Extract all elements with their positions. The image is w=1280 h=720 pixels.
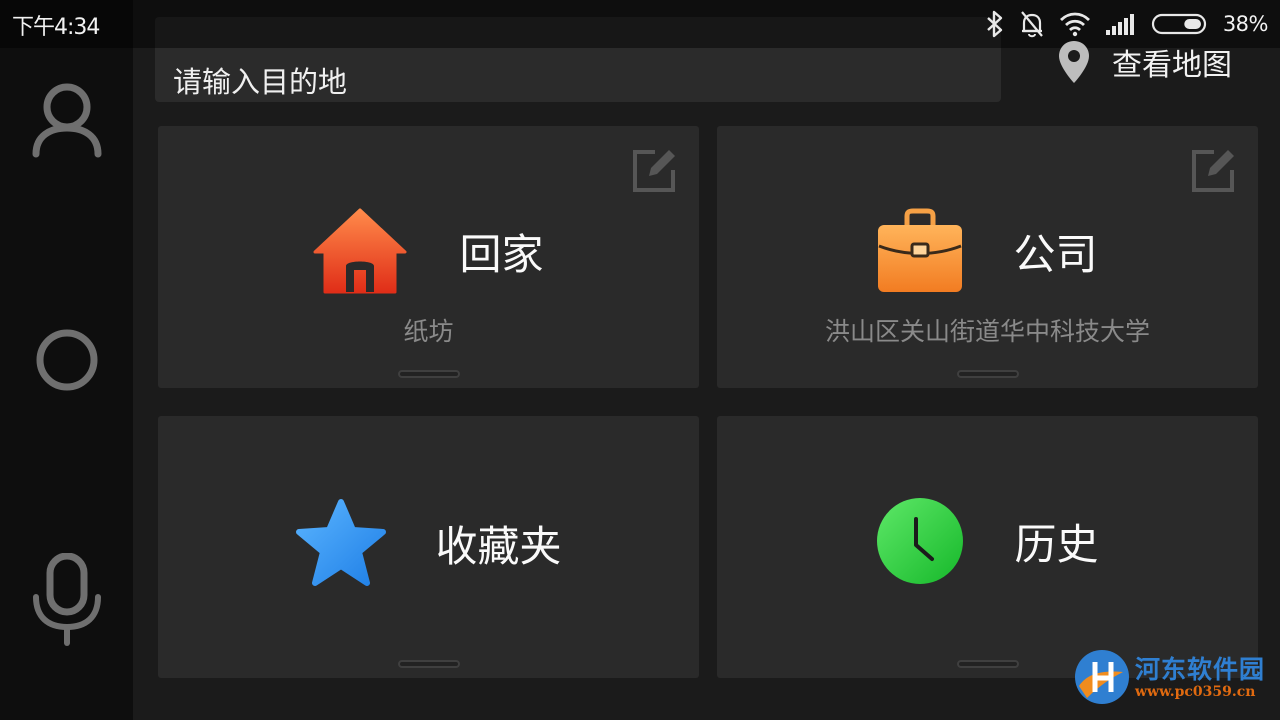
watermark: 河东软件园 www.pc0359.cn [1073, 648, 1278, 708]
favorites-card[interactable]: 收藏夹 [158, 416, 699, 678]
card-handle [957, 660, 1019, 668]
status-time: 下午4:34 [12, 15, 100, 40]
watermark-url: www.pc0359.cn [1135, 684, 1256, 700]
battery-percent: 38% [1222, 12, 1269, 36]
briefcase-icon [878, 208, 963, 292]
mute-bell-icon [1020, 11, 1043, 38]
map-pin-icon [1059, 41, 1089, 83]
bluetooth-icon [986, 10, 1003, 38]
wifi-icon [1059, 12, 1090, 37]
view-map-label: 查看地图 [1112, 48, 1232, 83]
home-title: 回家 [459, 229, 544, 279]
edit-icon[interactable] [631, 146, 679, 194]
star-icon [296, 499, 387, 586]
microphone-icon [32, 553, 101, 646]
voice-button[interactable] [0, 553, 133, 647]
home-nav-button[interactable] [0, 326, 133, 394]
card-handle [398, 370, 460, 378]
signal-icon [1105, 14, 1134, 35]
home-address: 纸坊 [403, 317, 454, 346]
company-card[interactable]: 公司 洪山区关山街道华中科技大学 [717, 126, 1258, 388]
company-address: 洪山区关山街道华中科技大学 [824, 317, 1150, 346]
home-icon [313, 208, 407, 294]
view-map-button[interactable]: 查看地图 [1056, 38, 1232, 86]
search-placeholder: 请输入目的地 [173, 65, 348, 99]
profile-button[interactable] [0, 80, 133, 160]
history-card[interactable]: 历史 [717, 416, 1258, 678]
status-icons: 38% [985, 8, 1269, 40]
clock-icon [877, 498, 964, 584]
history-title: 历史 [1014, 519, 1099, 569]
card-handle [398, 660, 460, 668]
battery-icon [1151, 13, 1206, 35]
circle-icon [36, 329, 97, 391]
home-card[interactable]: 回家 纸坊 [158, 126, 699, 388]
user-icon [32, 83, 101, 158]
company-title: 公司 [1013, 229, 1098, 279]
favorites-title: 收藏夹 [435, 521, 562, 571]
edit-icon[interactable] [1190, 146, 1238, 194]
sidebar [0, 0, 133, 720]
watermark-logo-icon [1075, 650, 1129, 704]
watermark-name: 河东软件园 [1135, 655, 1266, 684]
card-handle [957, 370, 1019, 378]
